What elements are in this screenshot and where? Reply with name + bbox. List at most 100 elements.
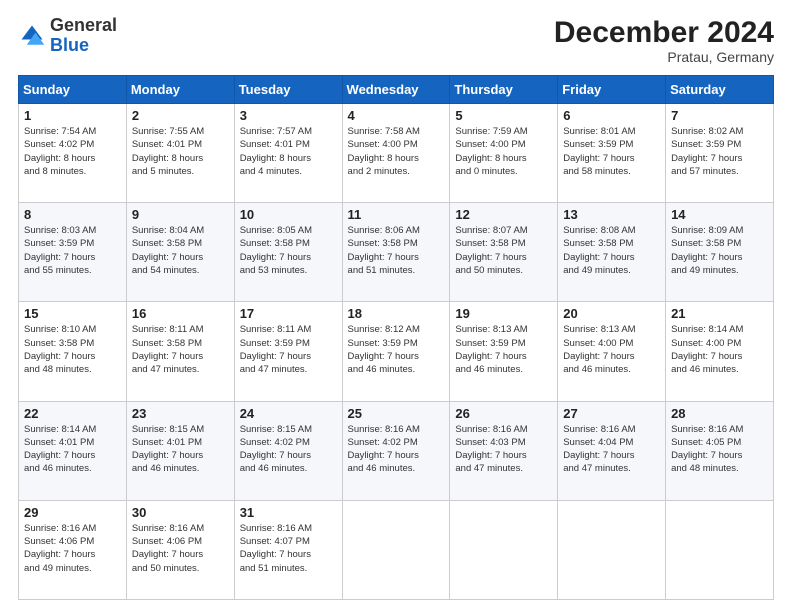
logo: General Blue — [18, 16, 117, 56]
day-cell: 19 Sunrise: 8:13 AMSunset: 3:59 PMDayligh… — [450, 302, 558, 401]
day-number: 9 — [132, 207, 229, 222]
day-info: Sunrise: 7:55 AMSunset: 4:01 PMDaylight:… — [132, 125, 229, 178]
day-number: 4 — [348, 108, 445, 123]
day-info: Sunrise: 8:14 AMSunset: 4:00 PMDaylight:… — [671, 323, 768, 376]
day-number: 3 — [240, 108, 337, 123]
day-info: Sunrise: 8:16 AMSunset: 4:06 PMDaylight:… — [24, 522, 121, 575]
day-number: 10 — [240, 207, 337, 222]
week-row-3: 15 Sunrise: 8:10 AMSunset: 3:58 PMDayligh… — [19, 302, 774, 401]
col-header-saturday: Saturday — [666, 76, 774, 104]
day-cell: 24 Sunrise: 8:15 AMSunset: 4:02 PMDayligh… — [234, 401, 342, 500]
day-number: 2 — [132, 108, 229, 123]
day-cell: 4 Sunrise: 7:58 AMSunset: 4:00 PMDaylight… — [342, 104, 450, 203]
day-cell: 30Sunrise: 8:16 AMSunset: 4:06 PMDayligh… — [126, 500, 234, 599]
day-number: 16 — [132, 306, 229, 321]
day-cell: 16 Sunrise: 8:11 AMSunset: 3:58 PMDayligh… — [126, 302, 234, 401]
location-subtitle: Pratau, Germany — [554, 49, 774, 65]
col-header-tuesday: Tuesday — [234, 76, 342, 104]
col-header-wednesday: Wednesday — [342, 76, 450, 104]
week-row-4: 22 Sunrise: 8:14 AMSunset: 4:01 PMDayligh… — [19, 401, 774, 500]
day-number: 23 — [132, 406, 229, 421]
day-info: Sunrise: 8:10 AMSunset: 3:58 PMDaylight:… — [24, 323, 121, 376]
col-header-friday: Friday — [558, 76, 666, 104]
day-number: 25 — [348, 406, 445, 421]
day-info: Sunrise: 8:14 AMSunset: 4:01 PMDaylight:… — [24, 423, 121, 476]
day-info: Sunrise: 8:02 AMSunset: 3:59 PMDaylight:… — [671, 125, 768, 178]
day-info: Sunrise: 8:01 AMSunset: 3:59 PMDaylight:… — [563, 125, 660, 178]
day-info: Sunrise: 8:12 AMSunset: 3:59 PMDaylight:… — [348, 323, 445, 376]
day-cell: 8 Sunrise: 8:03 AMSunset: 3:59 PMDaylight… — [19, 203, 127, 302]
day-cell: 7 Sunrise: 8:02 AMSunset: 3:59 PMDaylight… — [666, 104, 774, 203]
day-info: Sunrise: 8:13 AMSunset: 4:00 PMDaylight:… — [563, 323, 660, 376]
day-number: 8 — [24, 207, 121, 222]
day-info: Sunrise: 8:11 AMSunset: 3:58 PMDaylight:… — [132, 323, 229, 376]
col-header-monday: Monday — [126, 76, 234, 104]
day-info: Sunrise: 8:16 AMSunset: 4:06 PMDaylight:… — [132, 522, 229, 575]
day-info: Sunrise: 8:03 AMSunset: 3:59 PMDaylight:… — [24, 224, 121, 277]
day-info: Sunrise: 8:07 AMSunset: 3:58 PMDaylight:… — [455, 224, 552, 277]
day-cell: 22 Sunrise: 8:14 AMSunset: 4:01 PMDayligh… — [19, 401, 127, 500]
day-number: 17 — [240, 306, 337, 321]
day-cell: 18 Sunrise: 8:12 AMSunset: 3:59 PMDayligh… — [342, 302, 450, 401]
day-info: Sunrise: 7:58 AMSunset: 4:00 PMDaylight:… — [348, 125, 445, 178]
day-cell: 25 Sunrise: 8:16 AMSunset: 4:02 PMDayligh… — [342, 401, 450, 500]
page: General Blue December 2024 Pratau, Germa… — [0, 0, 792, 612]
month-title: December 2024 — [554, 16, 774, 49]
day-number: 26 — [455, 406, 552, 421]
day-info: Sunrise: 8:15 AMSunset: 4:01 PMDaylight:… — [132, 423, 229, 476]
day-cell: 1 Sunrise: 7:54 AMSunset: 4:02 PMDaylight… — [19, 104, 127, 203]
day-number: 12 — [455, 207, 552, 222]
day-cell — [342, 500, 450, 599]
day-cell: 21Sunrise: 8:14 AMSunset: 4:00 PMDayligh… — [666, 302, 774, 401]
day-number: 27 — [563, 406, 660, 421]
day-info: Sunrise: 8:11 AMSunset: 3:59 PMDaylight:… — [240, 323, 337, 376]
day-cell: 15 Sunrise: 8:10 AMSunset: 3:58 PMDayligh… — [19, 302, 127, 401]
day-number: 13 — [563, 207, 660, 222]
day-cell: 20 Sunrise: 8:13 AMSunset: 4:00 PMDayligh… — [558, 302, 666, 401]
day-cell: 12 Sunrise: 8:07 AMSunset: 3:58 PMDayligh… — [450, 203, 558, 302]
day-info: Sunrise: 8:16 AMSunset: 4:04 PMDaylight:… — [563, 423, 660, 476]
col-header-sunday: Sunday — [19, 76, 127, 104]
day-info: Sunrise: 8:09 AMSunset: 3:58 PMDaylight:… — [671, 224, 768, 277]
day-number: 15 — [24, 306, 121, 321]
day-cell: 9Sunrise: 8:04 AMSunset: 3:58 PMDaylight… — [126, 203, 234, 302]
title-block: December 2024 Pratau, Germany — [554, 16, 774, 65]
calendar-header-row: SundayMondayTuesdayWednesdayThursdayFrid… — [19, 76, 774, 104]
day-number: 20 — [563, 306, 660, 321]
header: General Blue December 2024 Pratau, Germa… — [18, 16, 774, 65]
day-number: 22 — [24, 406, 121, 421]
day-info: Sunrise: 8:16 AMSunset: 4:07 PMDaylight:… — [240, 522, 337, 575]
day-cell: 17 Sunrise: 8:11 AMSunset: 3:59 PMDayligh… — [234, 302, 342, 401]
day-cell: 3 Sunrise: 7:57 AMSunset: 4:01 PMDaylight… — [234, 104, 342, 203]
logo-text: General Blue — [50, 16, 117, 56]
day-cell: 10 Sunrise: 8:05 AMSunset: 3:58 PMDayligh… — [234, 203, 342, 302]
day-number: 14 — [671, 207, 768, 222]
day-info: Sunrise: 7:57 AMSunset: 4:01 PMDaylight:… — [240, 125, 337, 178]
day-number: 24 — [240, 406, 337, 421]
day-number: 19 — [455, 306, 552, 321]
day-info: Sunrise: 8:16 AMSunset: 4:02 PMDaylight:… — [348, 423, 445, 476]
logo-general: General — [50, 15, 117, 35]
day-cell: 2 Sunrise: 7:55 AMSunset: 4:01 PMDaylight… — [126, 104, 234, 203]
day-cell: 5 Sunrise: 7:59 AMSunset: 4:00 PMDaylight… — [450, 104, 558, 203]
day-number: 5 — [455, 108, 552, 123]
day-cell — [558, 500, 666, 599]
day-number: 11 — [348, 207, 445, 222]
day-info: Sunrise: 8:15 AMSunset: 4:02 PMDaylight:… — [240, 423, 337, 476]
day-info: Sunrise: 8:16 AMSunset: 4:05 PMDaylight:… — [671, 423, 768, 476]
day-cell: 23 Sunrise: 8:15 AMSunset: 4:01 PMDayligh… — [126, 401, 234, 500]
day-info: Sunrise: 8:13 AMSunset: 3:59 PMDaylight:… — [455, 323, 552, 376]
day-number: 1 — [24, 108, 121, 123]
week-row-1: 1 Sunrise: 7:54 AMSunset: 4:02 PMDaylight… — [19, 104, 774, 203]
day-number: 28 — [671, 406, 768, 421]
day-cell — [450, 500, 558, 599]
day-info: Sunrise: 8:05 AMSunset: 3:58 PMDaylight:… — [240, 224, 337, 277]
day-number: 29 — [24, 505, 121, 520]
day-number: 18 — [348, 306, 445, 321]
day-number: 7 — [671, 108, 768, 123]
day-info: Sunrise: 8:08 AMSunset: 3:58 PMDaylight:… — [563, 224, 660, 277]
logo-blue: Blue — [50, 35, 89, 55]
day-cell: 31Sunrise: 8:16 AMSunset: 4:07 PMDayligh… — [234, 500, 342, 599]
day-info: Sunrise: 7:54 AMSunset: 4:02 PMDaylight:… — [24, 125, 121, 178]
day-info: Sunrise: 7:59 AMSunset: 4:00 PMDaylight:… — [455, 125, 552, 178]
